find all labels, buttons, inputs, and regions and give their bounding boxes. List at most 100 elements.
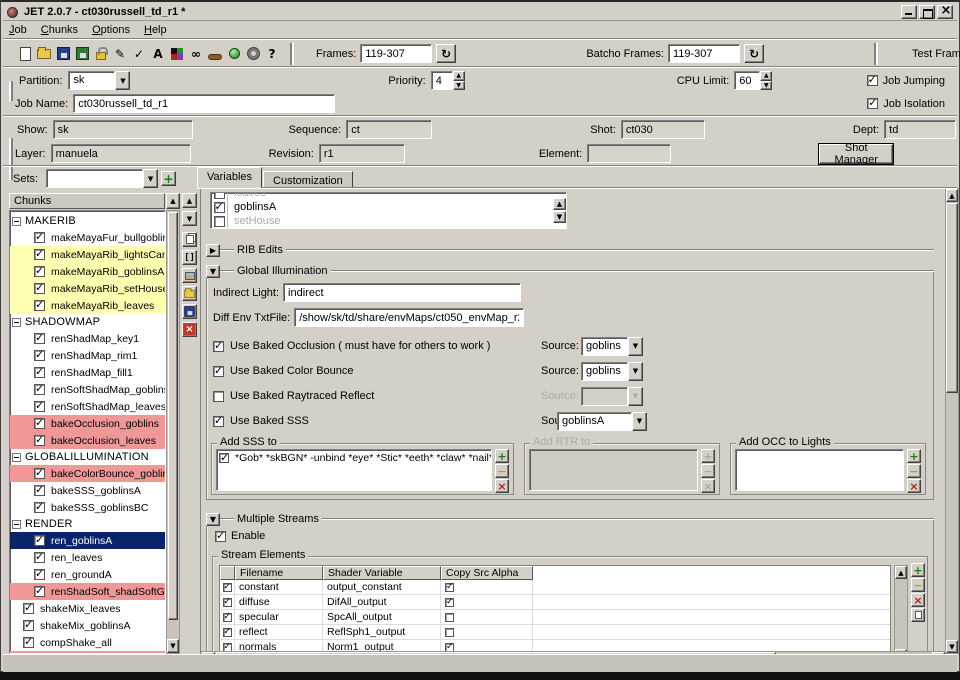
dropdown-icon[interactable] [628,337,643,356]
scroll-down-icon[interactable] [167,639,179,653]
cpu-limit-input[interactable] [734,71,760,90]
collapse-toggle-icon[interactable] [12,520,21,529]
add-icon[interactable]: + [911,563,925,577]
remove-icon[interactable]: − [911,578,925,592]
chunk-checkbox[interactable] [34,552,45,563]
new-file-icon[interactable] [17,46,33,62]
add-icon[interactable]: + [907,449,921,463]
lock-icon[interactable] [93,46,109,62]
brush-icon[interactable] [207,46,223,62]
chunk-item[interactable]: makeMayaRib_setHouse [10,280,165,297]
chunk-item[interactable]: ren_leaves [10,549,165,566]
check-icon[interactable]: ✓ [131,46,147,62]
validate-icon[interactable]: ✎ [112,46,128,62]
copy-chunk-icon[interactable] [182,232,197,247]
scroll-up-icon[interactable] [895,566,907,579]
chunk-checkbox[interactable] [34,333,45,344]
chunk-item[interactable]: renShadSoft_shadSoftGoblinsA [10,583,165,600]
use-baked-occlusion-checkbox[interactable] [213,341,224,352]
delete-icon[interactable]: × [911,593,925,607]
save-chunk-icon[interactable] [182,304,197,319]
chunk-item[interactable]: renShadMap_rim1 [10,347,165,364]
chunks-scrollbar[interactable] [166,210,180,654]
chunk-item[interactable]: makeMayaRib_lightsCam [10,246,165,263]
cell-shader-variable[interactable]: SpcAll_output [323,610,441,624]
delete-chunk-icon[interactable]: × [182,322,197,337]
chunk-item[interactable]: bakeColorBounce_goblins [10,465,165,482]
chunk-checkbox[interactable] [34,283,45,294]
column-filename[interactable]: Filename [235,566,323,580]
chunk-checkbox[interactable] [23,603,34,614]
spin-up-icon[interactable] [760,71,772,81]
menu-chunks[interactable]: Chunks [41,24,78,36]
cell-filename[interactable]: diffuse [235,595,323,609]
tab-customization[interactable]: Customization [263,171,353,188]
save-icon[interactable] [55,46,71,62]
use-baked-color-bounce-checkbox[interactable] [213,366,224,377]
item-checkbox[interactable] [219,453,229,463]
job-name-input[interactable] [73,94,335,113]
image-icon[interactable] [182,268,197,283]
palette-icon[interactable] [169,46,185,62]
cell-shader-variable[interactable]: DifAll_output [323,595,441,609]
copy-alpha-checkbox[interactable] [445,628,454,637]
chunk-item[interactable]: shakeMix_goblinsA [10,617,165,634]
column-copy-src-alpha[interactable]: Copy Src Alpha [441,566,533,580]
scroll-up-icon[interactable] [166,193,180,209]
dropdown-icon[interactable] [632,412,647,431]
sequence-field[interactable] [346,120,432,139]
layer-field[interactable] [51,144,191,163]
move-up-icon[interactable] [182,193,197,208]
cell-filename[interactable]: constant [235,580,323,594]
tab-variables[interactable]: Variables [197,167,262,188]
chunk-item[interactable]: renSoftShadMap_leaves [10,398,165,415]
rib-edits-toggle-icon[interactable] [206,244,220,257]
job-jumping-checkbox[interactable] [867,75,878,86]
dropdown-icon[interactable] [143,169,158,188]
list-item[interactable]: goblinsA [211,200,566,214]
table-row[interactable]: reflectReflSph1_output [220,625,890,640]
show-field[interactable] [53,120,193,139]
remove-icon[interactable]: − [495,464,509,478]
chunk-checkbox[interactable] [23,637,34,648]
list-item[interactable]: leaves [211,192,566,200]
scroll-up-icon[interactable] [553,198,566,210]
element-field[interactable] [587,144,671,163]
chunk-checkbox[interactable] [34,502,45,513]
chunk-checkbox[interactable] [34,300,45,311]
revision-field[interactable] [319,144,405,163]
gear-icon[interactable] [245,46,261,62]
sets-combobox[interactable] [46,169,158,188]
chunk-item[interactable]: makeMayaFur_bullgoblinA [10,229,165,246]
chunk-item[interactable]: renShadMap_key1 [10,330,165,347]
cell-shader-variable[interactable]: ReflSph1_output [323,625,441,639]
chunk-checkbox[interactable] [34,249,45,260]
spin-down-icon[interactable] [453,81,465,91]
chunk-checkbox[interactable] [34,266,45,277]
chunk-checkbox[interactable] [23,620,34,631]
chunk-checkbox[interactable] [34,367,45,378]
shot-field[interactable] [621,120,705,139]
add-sss-list[interactable]: *Gob* *skBGN* -unbind *eye* *Stic* *eeth… [216,449,492,491]
chunk-item[interactable]: bakeSSS_goblinsA [10,482,165,499]
chunk-checkbox[interactable] [34,384,45,395]
chunk-item[interactable]: bakeOcclusion_leaves [10,432,165,449]
table-row[interactable]: diffuseDifAll_output [220,595,890,610]
occlusion-source-combobox[interactable]: goblins [581,337,643,356]
panel-vertical-scrollbar[interactable] [945,188,959,654]
streams-enable-checkbox[interactable] [215,531,226,542]
brackets-icon[interactable]: [] [182,250,197,265]
collapse-toggle-icon[interactable] [12,318,21,327]
row-checkbox[interactable] [223,628,232,637]
chunk-item[interactable]: ren_groundA [10,566,165,583]
save-as-icon[interactable] [74,46,90,62]
spin-up-icon[interactable] [453,71,465,81]
reload-frames-icon[interactable] [436,44,456,63]
delete-icon[interactable]: × [907,479,921,493]
copy-alpha-checkbox[interactable] [445,613,454,622]
link-icon[interactable]: ∞ [188,46,204,62]
maximize-button[interactable] [919,5,935,19]
copy-alpha-checkbox[interactable] [445,598,454,607]
cell-shader-variable[interactable]: output_constant [323,580,441,594]
scrollbar-thumb[interactable] [946,203,958,393]
